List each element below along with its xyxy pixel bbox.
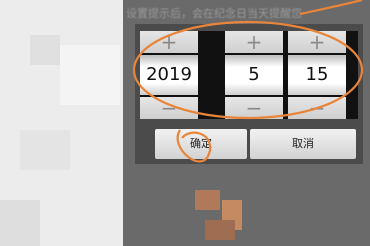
month-decrement-button[interactable]: − <box>225 97 283 119</box>
day-column: + 15 − <box>288 31 346 119</box>
reminder-hint-text: 设置提示后，会在纪念日当天提醒您 <box>126 7 302 20</box>
pixelated-block <box>195 190 220 210</box>
pixelated-block <box>30 35 60 65</box>
pixelated-block <box>0 200 40 246</box>
background-content-left <box>0 0 123 246</box>
day-value[interactable]: 15 <box>288 55 346 95</box>
confirm-button[interactable]: 确定 <box>155 129 247 159</box>
day-increment-button[interactable]: + <box>288 31 346 53</box>
year-decrement-button[interactable]: − <box>140 97 198 119</box>
year-value[interactable]: 2019 <box>140 55 198 95</box>
year-column: + 2019 − <box>140 31 198 119</box>
month-column: + 5 − <box>225 31 283 119</box>
date-picker-dialog: + 2019 − + 5 − + 15 − 确定 取消 <box>135 24 363 164</box>
date-picker: + 2019 − + 5 − + 15 − <box>140 31 358 119</box>
month-increment-button[interactable]: + <box>225 31 283 53</box>
cancel-button[interactable]: 取消 <box>250 129 356 159</box>
pixelated-block <box>20 130 70 170</box>
year-increment-button[interactable]: + <box>140 31 198 53</box>
day-decrement-button[interactable]: − <box>288 97 346 119</box>
pixelated-block <box>60 45 120 105</box>
month-value[interactable]: 5 <box>225 55 283 95</box>
pixelated-block <box>205 220 235 240</box>
